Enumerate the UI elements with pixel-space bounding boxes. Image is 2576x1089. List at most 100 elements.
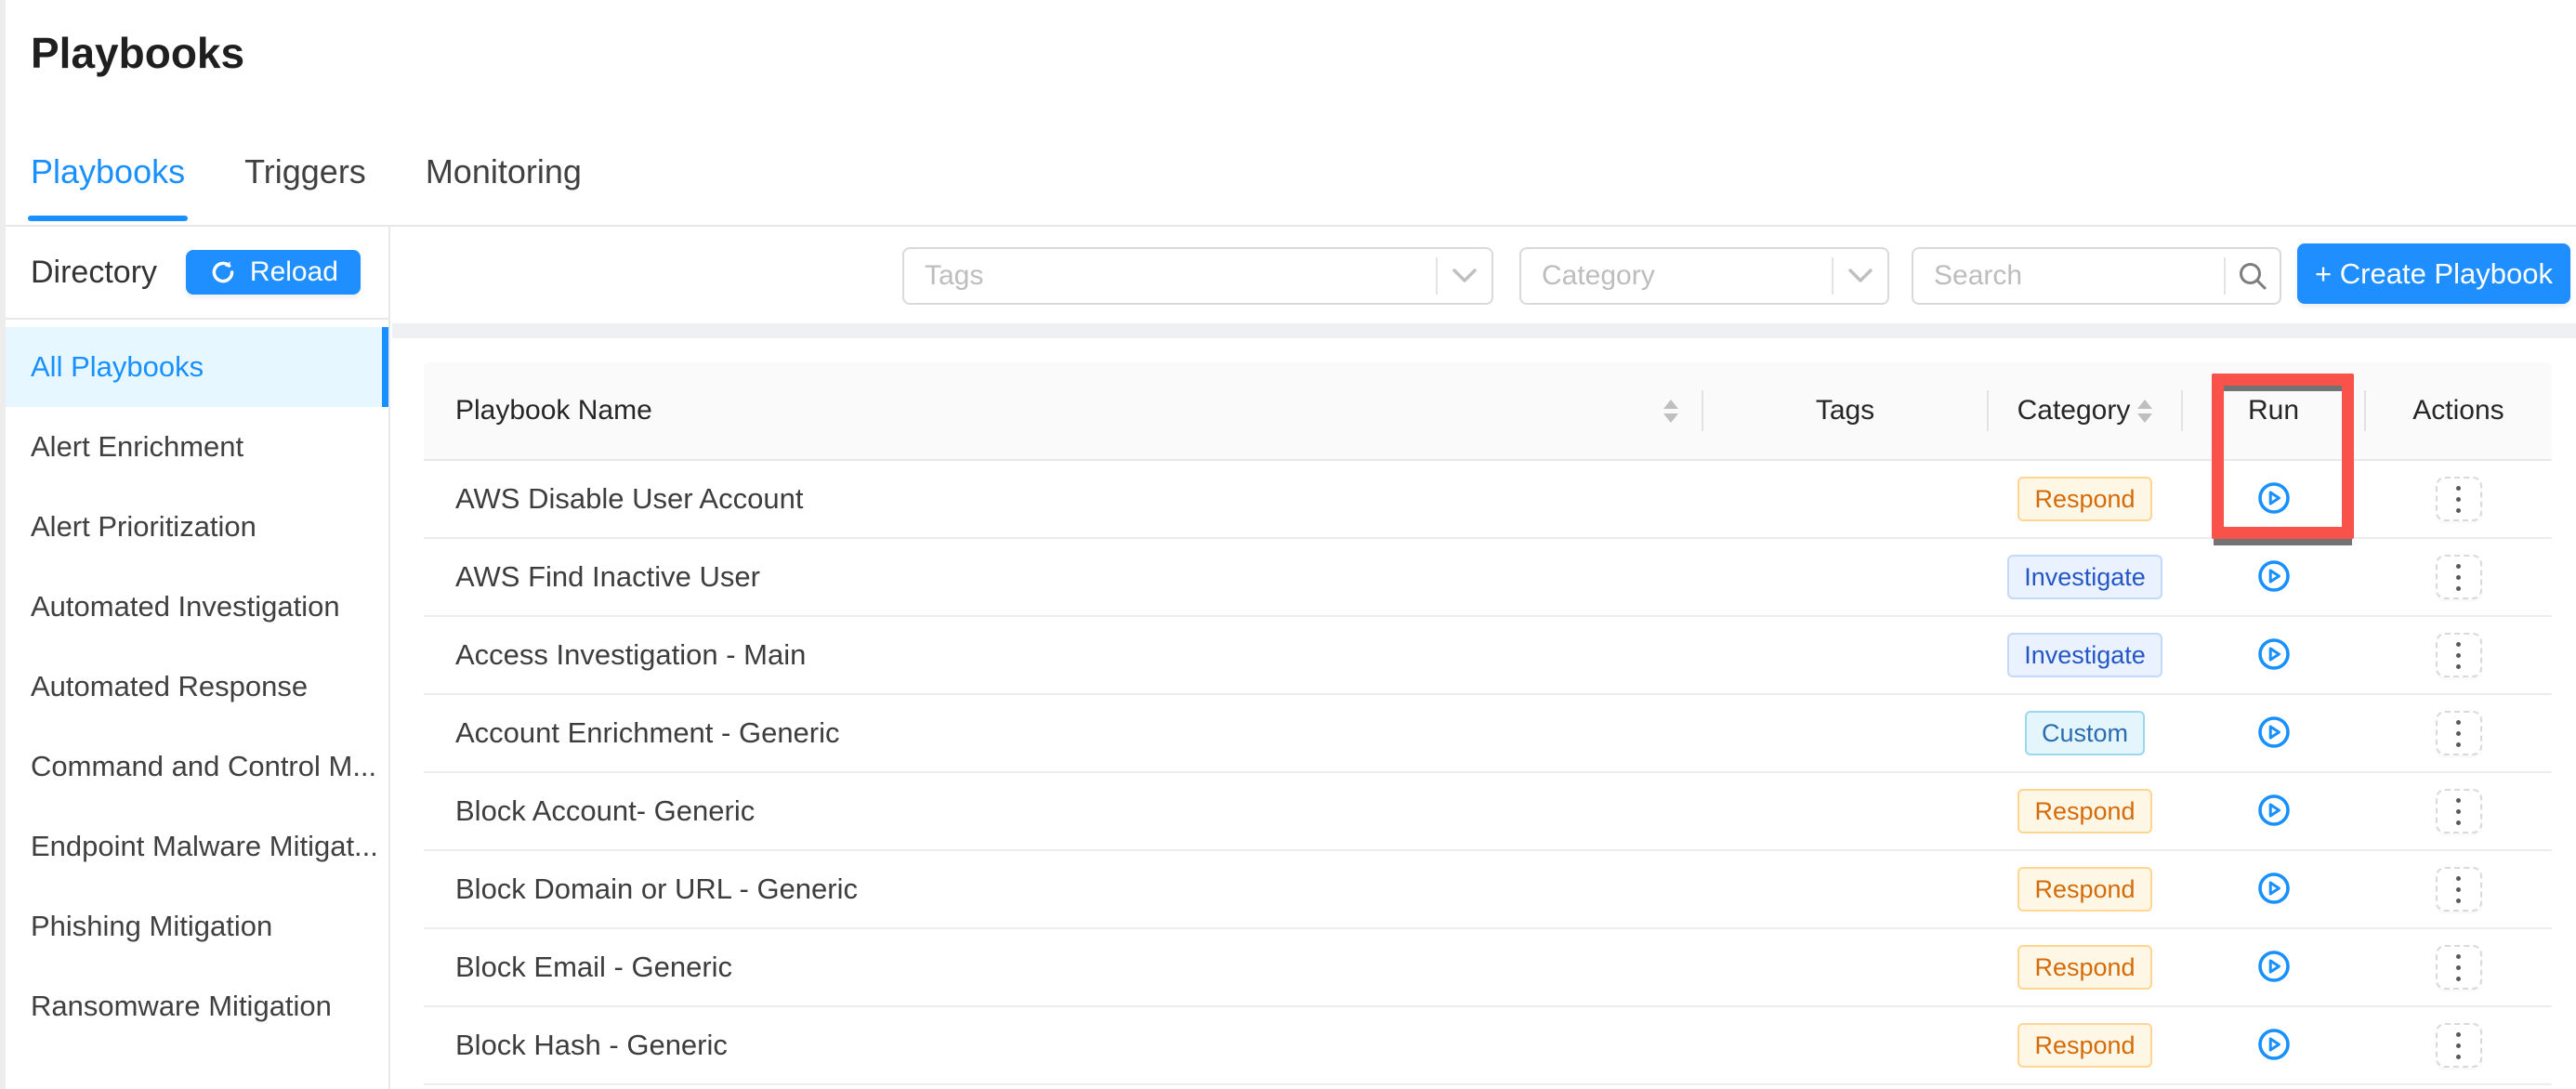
reload-button[interactable]: Reload: [186, 250, 361, 295]
tab[interactable]: Playbooks: [31, 152, 185, 221]
playbook-name: Block Hash - Generic: [455, 1029, 728, 1062]
column-header-playbook-name[interactable]: Playbook Name: [424, 362, 1702, 459]
column-label: Tags: [1816, 395, 1874, 426]
search-input[interactable]: [1913, 260, 2224, 292]
category-filter-input[interactable]: [1521, 260, 1832, 292]
directory-menu: All Playbooks Alert Enrichment Alert Pri…: [0, 320, 388, 1046]
column-label: Run: [2248, 395, 2299, 426]
run-cell: [2182, 481, 2365, 518]
ellipsis-vertical-icon: [2456, 642, 2461, 669]
actions-cell: [2365, 789, 2552, 833]
actions-cell: [2365, 867, 2552, 912]
sidebar-item-label: Automated Investigation: [31, 590, 340, 623]
run-playbook-button[interactable]: [2257, 950, 2291, 986]
page-title: Playbooks: [31, 28, 244, 78]
row-actions-button[interactable]: [2436, 789, 2482, 833]
table-header-row: Playbook Name Tags Category Run: [424, 362, 2552, 461]
main-content: + Create Playbook Playbook Name Tags Cat…: [392, 227, 2576, 1089]
sidebar-item[interactable]: Automated Response: [0, 647, 388, 727]
playbook-name: AWS Find Inactive User: [455, 560, 760, 594]
column-label: Playbook Name: [455, 395, 652, 426]
column-header-category[interactable]: Category: [1988, 362, 2182, 459]
sidebar-item[interactable]: Alert Prioritization: [0, 487, 388, 567]
sidebar-item-label: All Playbooks: [31, 350, 204, 384]
table-row: Access Investigation - Main Investigate: [424, 617, 2552, 695]
sidebar-item-label: Automated Response: [31, 670, 308, 703]
row-actions-button[interactable]: [2436, 633, 2482, 677]
run-cell: [2182, 559, 2365, 596]
reload-label: Reload: [250, 256, 338, 288]
playbook-name: Block Email - Generic: [455, 951, 732, 984]
run-playbook-button[interactable]: [2257, 872, 2291, 908]
ellipsis-vertical-icon: [2456, 876, 2461, 903]
category-cell: Investigate: [1988, 555, 2182, 599]
actions-cell: [2365, 711, 2552, 755]
row-actions-button[interactable]: [2436, 711, 2482, 755]
table-row: Block Domain or URL - Generic Respond: [424, 851, 2552, 929]
category-badge: Respond: [2017, 789, 2151, 833]
category-badge: Investigate: [2007, 555, 2162, 599]
category-badge: Investigate: [2007, 633, 2162, 677]
run-playbook-button[interactable]: [2257, 637, 2291, 674]
table-body: AWS Disable User Account Respond: [424, 461, 2552, 1085]
tags-filter-select[interactable]: [902, 247, 1493, 305]
ellipsis-vertical-icon: [2456, 486, 2461, 513]
directory-title: Directory: [31, 255, 157, 291]
search-icon[interactable]: [2226, 260, 2280, 292]
row-actions-button[interactable]: [2436, 477, 2482, 521]
ellipsis-vertical-icon: [2456, 1032, 2461, 1059]
run-playbook-button[interactable]: [2257, 715, 2291, 752]
tab-bar: Playbooks Triggers Monitoring: [31, 152, 582, 221]
sidebar-item[interactable]: Endpoint Malware Mitigat...: [0, 807, 388, 886]
sidebar-item-label: Endpoint Malware Mitigat...: [31, 830, 378, 863]
sidebar-item[interactable]: Phishing Mitigation: [0, 886, 388, 966]
sidebar-item-label: Alert Prioritization: [31, 510, 256, 544]
playbook-name: Block Domain or URL - Generic: [455, 873, 858, 906]
playbook-name: Block Account- Generic: [455, 794, 755, 828]
directory-header: Directory Reload: [0, 227, 388, 320]
sidebar-item[interactable]: Command and Control M...: [0, 727, 388, 807]
row-actions-button[interactable]: [2436, 555, 2482, 599]
background-gap: [392, 323, 2576, 338]
sidebar-item[interactable]: Automated Investigation: [0, 567, 388, 647]
row-actions-button[interactable]: [2436, 867, 2482, 912]
run-cell: [2182, 872, 2365, 908]
run-cell: [2182, 794, 2365, 830]
actions-cell: [2365, 633, 2552, 677]
play-circle-icon: [2257, 637, 2291, 674]
tab[interactable]: Monitoring: [426, 152, 582, 221]
row-actions-button[interactable]: [2436, 945, 2482, 990]
tags-filter-input[interactable]: [904, 260, 1436, 292]
run-playbook-button[interactable]: [2257, 559, 2291, 596]
category-badge: Respond: [2017, 867, 2151, 912]
tab[interactable]: Triggers: [244, 152, 366, 221]
tab-label: Triggers: [244, 152, 366, 190]
playbook-name: AWS Disable User Account: [455, 482, 803, 516]
category-badge: Respond: [2017, 945, 2151, 990]
playbook-name: Account Enrichment - Generic: [455, 716, 840, 750]
run-playbook-button[interactable]: [2257, 794, 2291, 830]
create-playbook-button[interactable]: + Create Playbook: [2297, 243, 2570, 304]
ellipsis-vertical-icon: [2456, 954, 2461, 981]
window-edge: [0, 0, 6, 1089]
search-box[interactable]: [1912, 247, 2281, 305]
ellipsis-vertical-icon: [2456, 720, 2461, 747]
play-circle-icon: [2257, 559, 2291, 596]
category-cell: Custom: [1988, 711, 2182, 755]
playbook-name-cell: Block Domain or URL - Generic: [424, 873, 1702, 906]
run-cell: [2182, 715, 2365, 752]
run-playbook-button[interactable]: [2257, 1028, 2291, 1064]
sidebar-item[interactable]: All Playbooks: [0, 327, 388, 407]
run-playbook-button[interactable]: [2257, 481, 2291, 518]
sidebar-item-label: Command and Control M...: [31, 750, 376, 783]
row-actions-button[interactable]: [2436, 1023, 2482, 1068]
directory-sidebar: Directory Reload All Playbooks Alert Enr…: [0, 227, 390, 1089]
play-circle-icon: [2257, 715, 2291, 752]
table-row: Block Account- Generic Respond: [424, 773, 2552, 851]
sidebar-item[interactable]: Ransomware Mitigation: [0, 966, 388, 1046]
sidebar-item[interactable]: Alert Enrichment: [0, 407, 388, 487]
column-header-actions: Actions: [2365, 362, 2552, 459]
category-filter-select[interactable]: [1519, 247, 1889, 305]
playbook-name-cell: AWS Disable User Account: [424, 482, 1702, 516]
actions-cell: [2365, 477, 2552, 521]
